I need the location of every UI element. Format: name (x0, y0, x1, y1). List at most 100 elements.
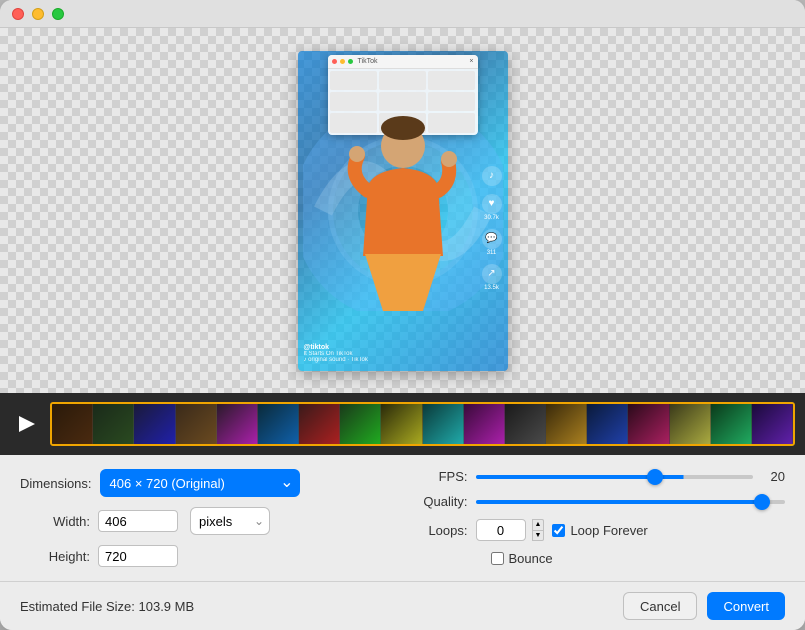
tiktok-share-icon: ↗ 13.5k (482, 264, 502, 291)
width-label: Width: (20, 514, 90, 529)
quality-label: Quality: (413, 494, 468, 509)
loops-decrement-button[interactable]: ▼ (532, 530, 545, 542)
quality-row: Quality: (413, 494, 786, 509)
dimensions-select[interactable]: 406 × 720 (Original) (100, 469, 300, 497)
timeline-bar (0, 393, 805, 455)
filmstrip-frames (52, 404, 793, 444)
loop-forever-label: Loop Forever (552, 523, 647, 538)
tt-cell (379, 92, 426, 111)
dimensions-row: Dimensions: 406 × 720 (Original) ⌄ (20, 469, 393, 497)
film-frame (628, 404, 669, 444)
minimize-button[interactable] (32, 8, 44, 20)
tt-window-title: TikTok (358, 58, 378, 65)
right-controls: FPS: 20 Quality: Loops: ▲ (413, 469, 786, 567)
film-frame (423, 404, 464, 444)
film-frame (217, 404, 258, 444)
tt-cell (330, 92, 377, 111)
width-input[interactable] (98, 510, 178, 532)
film-frame (546, 404, 587, 444)
play-icon (19, 416, 35, 432)
film-frame (505, 404, 546, 444)
height-label: Height: (20, 549, 90, 564)
tt-heart: ♥ (482, 194, 502, 214)
film-frame (587, 404, 628, 444)
tt-maximize-dot (348, 59, 353, 64)
bounce-text: Bounce (509, 551, 553, 566)
loop-forever-text: Loop Forever (570, 523, 647, 538)
tt-heart-count: 30.7k (484, 215, 499, 221)
tt-share-count: 13.5k (484, 285, 499, 291)
film-frame (340, 404, 381, 444)
loop-forever-checkbox[interactable] (552, 524, 565, 537)
video-preview: TikTok × (298, 51, 508, 371)
tiktok-side-icons: ♪ ♥ 30.7k 💬 311 ↗ 13.5k (482, 166, 502, 291)
file-size-value: 103.9 MB (139, 599, 195, 614)
film-frame (381, 404, 422, 444)
loops-input[interactable] (476, 519, 526, 541)
fps-slider[interactable] (476, 475, 754, 479)
tiktok-heart-icon: ♥ 30.7k (482, 194, 502, 221)
loops-group: ▲ ▼ Loop Forever (476, 519, 648, 541)
height-input[interactable] (98, 545, 178, 567)
file-size-text: Estimated File Size: 103.9 MB (20, 599, 194, 614)
pixels-select-wrapper: pixels percent ⌄ (190, 507, 270, 535)
left-controls: Dimensions: 406 × 720 (Original) ⌄ Width… (20, 469, 393, 567)
film-frame (670, 404, 711, 444)
tt-minimize-dot (340, 59, 345, 64)
bounce-checkbox[interactable] (491, 552, 504, 565)
tt-cell (428, 92, 475, 111)
bottom-bar: Estimated File Size: 103.9 MB Cancel Con… (0, 581, 805, 630)
cancel-button[interactable]: Cancel (623, 592, 697, 620)
tiktok-window-bar: TikTok × (328, 55, 478, 69)
tt-cell (379, 71, 426, 90)
height-row: Height: (20, 545, 393, 567)
convert-button[interactable]: Convert (707, 592, 785, 620)
pixels-select[interactable]: pixels percent (190, 507, 270, 535)
dimensions-select-wrapper: 406 × 720 (Original) ⌄ (100, 469, 300, 497)
filmstrip[interactable] (50, 402, 795, 446)
fps-slider-container: 20 (476, 469, 786, 484)
tiktok-username: @tiktok (304, 344, 478, 351)
loops-row: Loops: ▲ ▼ Loop Forever (413, 519, 786, 541)
bounce-row: Bounce (491, 551, 786, 566)
film-frame (299, 404, 340, 444)
tt-cell (330, 71, 377, 90)
person-figure (343, 116, 463, 316)
tt-close-dot (332, 59, 337, 64)
loops-label: Loops: (413, 523, 468, 538)
film-frame (464, 404, 505, 444)
main-window: TikTok × (0, 0, 805, 630)
tt-cell (428, 71, 475, 90)
loops-increment-button[interactable]: ▲ (532, 519, 545, 530)
quality-slider-container (476, 500, 786, 504)
fps-label: FPS: (413, 469, 468, 484)
film-frame (52, 404, 93, 444)
tiktok-bottom-info: @tiktok It Starts On TikTok ♪ original s… (304, 344, 478, 363)
close-button[interactable] (12, 8, 24, 20)
preview-area: TikTok × (0, 28, 805, 393)
title-bar (0, 0, 805, 28)
film-frame (711, 404, 752, 444)
bottom-buttons: Cancel Convert (623, 592, 785, 620)
tiktok-logo-icon: ♪ (482, 166, 502, 186)
play-button[interactable] (10, 408, 42, 440)
fps-value: 20 (761, 469, 785, 484)
tt-close-x: × (469, 58, 473, 65)
film-frame (752, 404, 793, 444)
tt-comment: 💬 (482, 229, 502, 249)
film-frame (93, 404, 134, 444)
controls-panel: Dimensions: 406 × 720 (Original) ⌄ Width… (0, 455, 805, 581)
tt-logo: ♪ (482, 166, 502, 186)
width-row: Width: pixels percent ⌄ (20, 507, 393, 535)
fps-row: FPS: 20 (413, 469, 786, 484)
maximize-button[interactable] (52, 8, 64, 20)
tiktok-sound: ♪ original sound · TikTok (304, 357, 478, 363)
quality-slider[interactable] (476, 500, 786, 504)
file-size-label: Estimated File Size: (20, 599, 135, 614)
film-frame (176, 404, 217, 444)
tt-comment-count: 311 (487, 250, 497, 256)
tiktok-comment-icon: 💬 311 (482, 229, 502, 256)
film-frame (134, 404, 175, 444)
film-frame (258, 404, 299, 444)
loops-stepper: ▲ ▼ (532, 519, 545, 541)
